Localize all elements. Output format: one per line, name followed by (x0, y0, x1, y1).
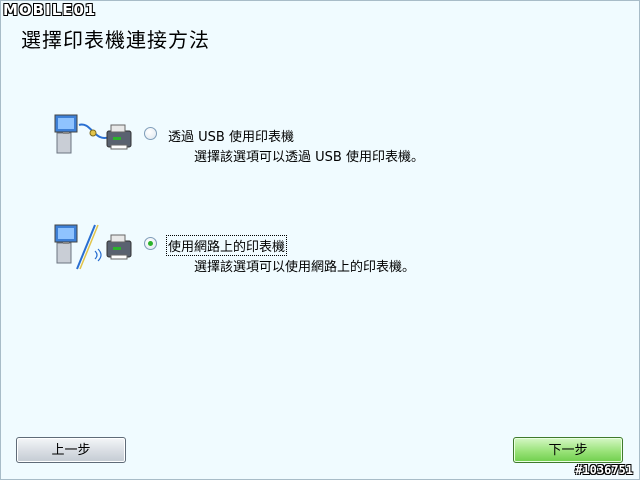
option-usb[interactable]: 透過 USB 使用印表機 選擇該選項可以透過 USB 使用印表機。 (51, 111, 451, 171)
installer-window: MOBILE01 選擇印表機連接方法 透過 USB 使用印表機 選擇該選項可以透… (0, 0, 640, 480)
network-connection-icon (54, 224, 132, 270)
network-radio-button[interactable] (144, 237, 157, 250)
usb-option-description: 選擇該選項可以透過 USB 使用印表機。 (194, 150, 424, 165)
option-network[interactable]: 使用網路上的印表機 選擇該選項可以使用網路上的印表機。 (51, 221, 451, 281)
page-title: 選擇印表機連接方法 (21, 28, 210, 52)
usb-connection-icon (54, 114, 132, 154)
back-button[interactable]: 上一步 (16, 437, 126, 463)
usb-option-label[interactable]: 透過 USB 使用印表機 (167, 126, 295, 145)
watermark-post-id: #1036751 (575, 463, 633, 477)
network-option-description: 選擇該選項可以使用網路上的印表機。 (194, 260, 416, 275)
watermark-logo: MOBILE01 (3, 1, 97, 19)
radio-selected-dot (148, 241, 153, 246)
next-button[interactable]: 下一步 (513, 437, 623, 463)
network-option-label[interactable]: 使用網路上的印表機 (165, 235, 288, 256)
usb-radio-button[interactable] (144, 127, 157, 140)
